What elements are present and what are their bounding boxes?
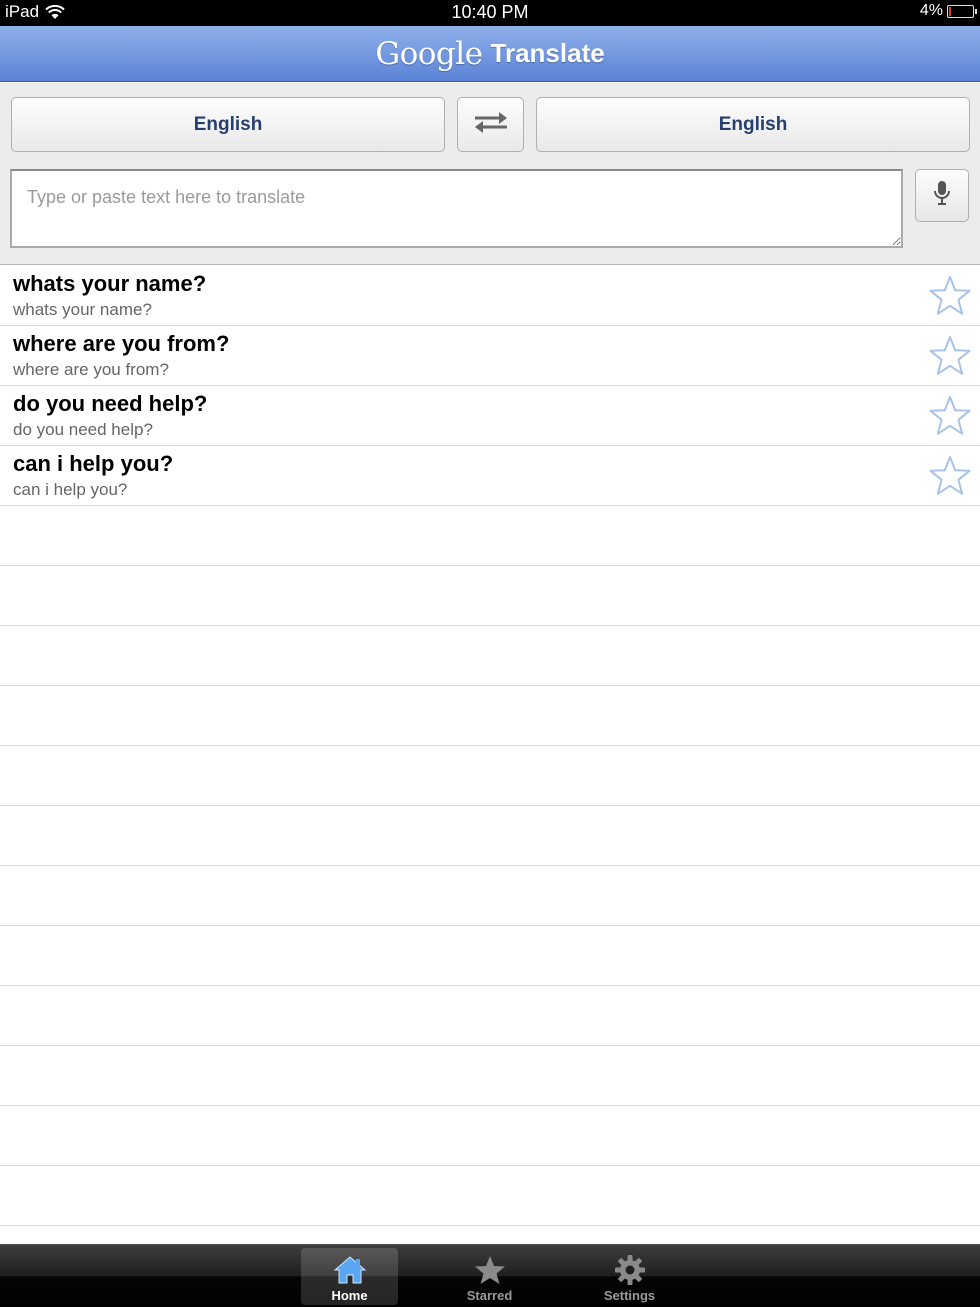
star-outline-icon[interactable]: [928, 274, 972, 318]
swap-arrows-icon: [473, 111, 509, 138]
tab-starred-label: Starred: [466, 1288, 513, 1303]
google-logo: Google: [375, 35, 483, 72]
title-bar: Google Translate: [0, 26, 980, 82]
battery-percent: 4%: [919, 2, 943, 19]
tab-home-label: Home: [331, 1288, 368, 1303]
empty-row: [0, 866, 980, 926]
gear-icon: [613, 1253, 647, 1287]
target-language-label: English: [718, 113, 788, 135]
tab-settings-label: Settings: [603, 1288, 656, 1303]
app-title: Translate: [490, 38, 605, 68]
home-icon: [333, 1253, 367, 1287]
tab-home[interactable]: Home: [301, 1248, 398, 1305]
empty-row: [0, 986, 980, 1046]
empty-row: [0, 1106, 980, 1166]
tab-bar: Home Starred Settings: [0, 1244, 980, 1307]
target-language-button[interactable]: English: [536, 97, 970, 152]
translate-controls: English English: [0, 83, 980, 265]
source-language-button[interactable]: English: [11, 97, 445, 152]
history-row[interactable]: whats your name? whats your name?: [0, 266, 980, 326]
star-outline-icon[interactable]: [928, 334, 972, 378]
empty-row: [0, 1046, 980, 1106]
history-source-text: where are you from?: [13, 331, 230, 356]
history-row[interactable]: can i help you? can i help you?: [0, 446, 980, 506]
history-translation-text: can i help you?: [13, 480, 128, 499]
history-source-text: do you need help?: [13, 391, 208, 416]
empty-row: [0, 806, 980, 866]
status-time: 10:40 PM: [451, 2, 529, 22]
history-translation-text: do you need help?: [13, 420, 153, 439]
empty-row: [0, 686, 980, 746]
history-translation-text: where are you from?: [13, 360, 169, 379]
history-translation-text: whats your name?: [13, 300, 152, 319]
tab-starred[interactable]: Starred: [441, 1248, 538, 1305]
microphone-icon: [933, 180, 951, 211]
star-outline-icon[interactable]: [928, 454, 972, 498]
history-row[interactable]: where are you from? where are you from?: [0, 326, 980, 386]
swap-languages-button[interactable]: [457, 97, 524, 152]
empty-row: [0, 1166, 980, 1226]
history-source-text: whats your name?: [13, 271, 207, 296]
battery-status: 4%: [919, 2, 977, 20]
history-row[interactable]: do you need help? do you need help?: [0, 386, 980, 446]
translate-text-input[interactable]: [10, 169, 903, 248]
empty-row: [0, 566, 980, 626]
history-source-text: can i help you?: [13, 451, 174, 476]
battery-icon: [947, 4, 977, 18]
voice-input-button[interactable]: [915, 169, 969, 222]
status-bar: iPad 10:40 PM 4%: [0, 0, 980, 26]
star-icon: [473, 1253, 507, 1287]
empty-row: [0, 626, 980, 686]
empty-row: [0, 746, 980, 806]
tab-settings[interactable]: Settings: [581, 1248, 678, 1305]
translation-history-list: whats your name? whats your name? where ar…: [0, 266, 980, 1244]
empty-row: [0, 506, 980, 566]
star-outline-icon[interactable]: [928, 394, 972, 438]
empty-row: [0, 926, 980, 986]
source-language-label: English: [193, 113, 263, 135]
